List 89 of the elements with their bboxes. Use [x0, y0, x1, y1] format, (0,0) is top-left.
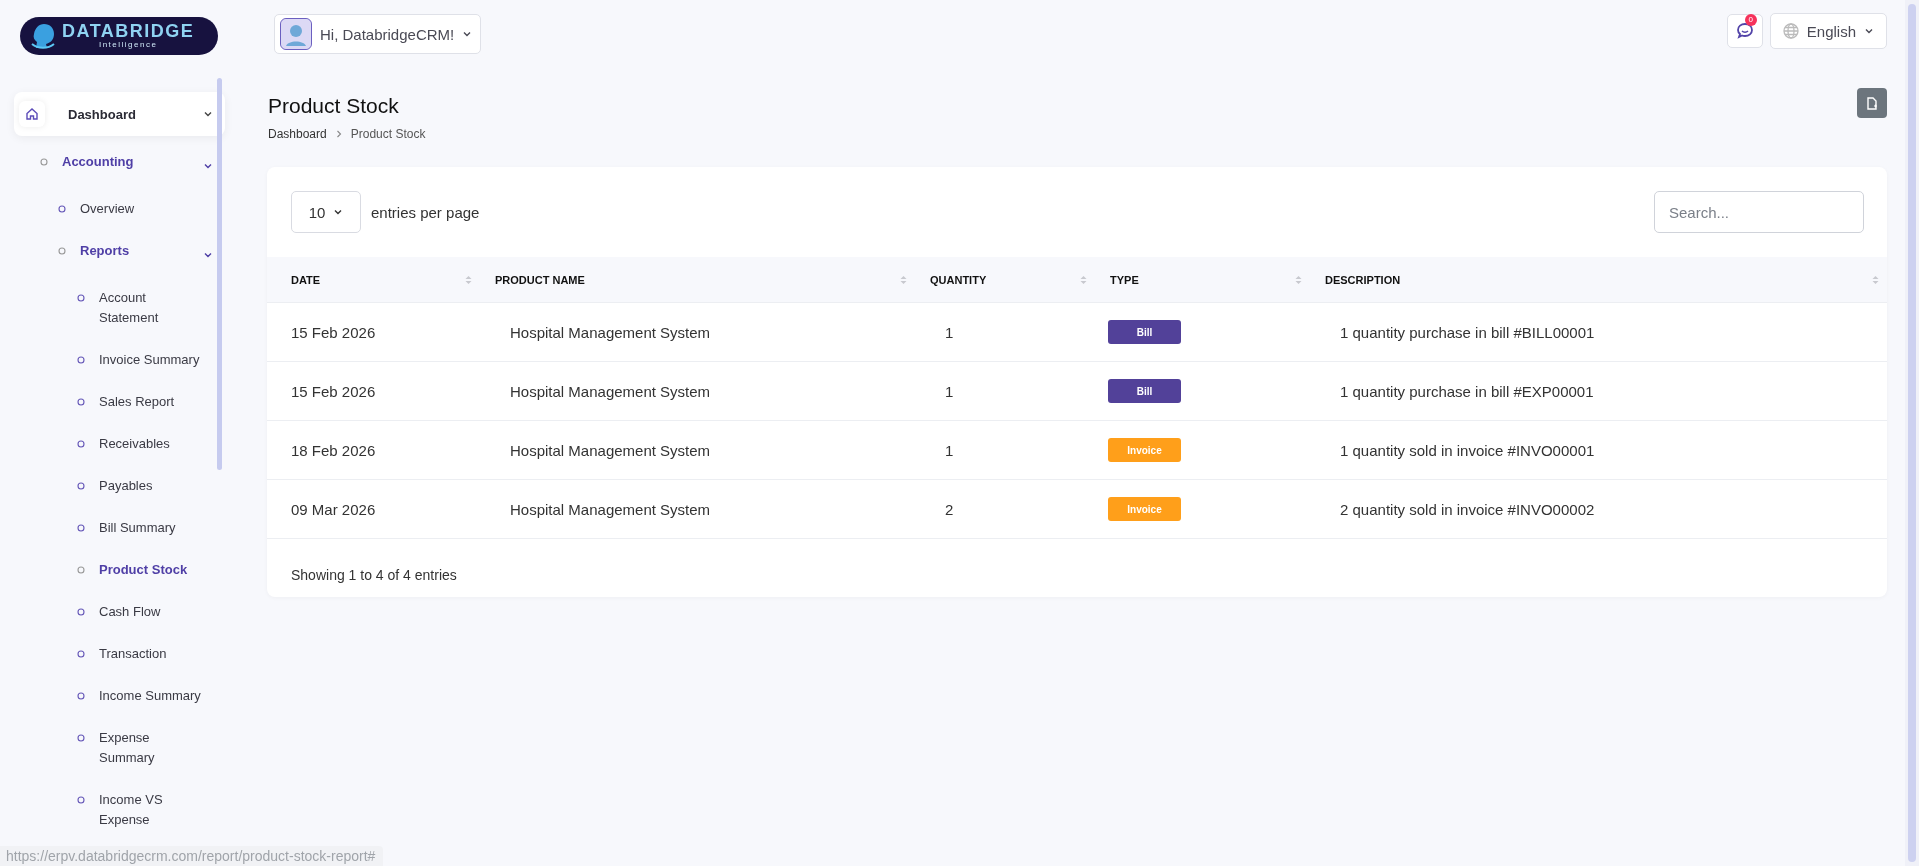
bullet-icon: [77, 294, 85, 302]
sort-icon[interactable]: [1872, 273, 1879, 286]
sidebar-item[interactable]: Invoice Summary: [14, 339, 225, 381]
bullet-icon: [77, 524, 85, 532]
file-icon: [1866, 96, 1878, 110]
sidebar-item[interactable]: Reports: [14, 230, 225, 277]
bullet-icon: [77, 796, 85, 804]
column-header[interactable]: PRODUCT NAME: [480, 257, 915, 303]
export-button[interactable]: [1857, 88, 1887, 118]
table-cell: 1: [915, 421, 1095, 480]
table-cell: 15 Feb 2026: [267, 303, 480, 362]
logo[interactable]: DATABRIDGE Intelligence: [20, 17, 218, 55]
table-cell: 18 Feb 2026: [267, 421, 480, 480]
table-cell: 15 Feb 2026: [267, 362, 480, 421]
page-size-select[interactable]: 10: [291, 191, 361, 233]
head-icon: [30, 22, 56, 50]
sidebar-item[interactable]: Expense Summary: [14, 717, 225, 779]
bullet-icon: [40, 158, 48, 166]
chevron-icon: [1864, 26, 1874, 36]
logo-subtitle: Intelligence: [98, 39, 158, 50]
type-tag: Invoice: [1108, 497, 1181, 521]
home-icon: [25, 107, 39, 121]
bullet-icon: [58, 205, 66, 213]
column-header[interactable]: DESCRIPTION: [1310, 257, 1887, 303]
sort-icon[interactable]: [900, 273, 907, 286]
avatar-icon: [280, 18, 312, 50]
sidebar-item[interactable]: Income Summary: [14, 675, 225, 717]
status-url: https://erpv.databridgecrm.com/report/product-stock-report#: [0, 846, 384, 866]
breadcrumb-item[interactable]: Dashboard: [268, 127, 327, 141]
messages-button[interactable]: 0: [1726, 14, 1763, 48]
bullet-icon: [77, 734, 85, 742]
type-tag: Bill: [1108, 320, 1181, 344]
logo-title: DATABRIDGE: [62, 22, 195, 40]
chat-icon: [1735, 22, 1754, 40]
sort-icon[interactable]: [1080, 273, 1087, 286]
language-select[interactable]: English: [1769, 13, 1887, 49]
bullet-icon: [77, 608, 85, 616]
column-header[interactable]: TYPE: [1095, 257, 1310, 303]
table-cell: Hospital Management System: [480, 362, 915, 421]
sidebar-item[interactable]: Overview: [14, 188, 225, 230]
table-cell: Hospital Management System: [480, 421, 915, 480]
sidebar-item[interactable]: Accounting: [14, 141, 225, 188]
type-tag: Bill: [1108, 379, 1181, 403]
sort-icon[interactable]: [1295, 273, 1302, 286]
table-cell: 2: [915, 480, 1095, 539]
bullet-icon: [77, 356, 85, 364]
column-header[interactable]: QUANTITY: [915, 257, 1095, 303]
bullet-icon: [77, 440, 85, 448]
bullet-icon: [77, 650, 85, 658]
sidebar-item[interactable]: Receivables: [14, 423, 225, 465]
sidebar-item[interactable]: Cash Flow: [14, 591, 225, 633]
table-cell: 1 quantity purchase in bill #BILL00001: [1310, 303, 1887, 362]
column-header[interactable]: DATE: [267, 257, 480, 303]
sidebar-item[interactable]: Sales Report: [14, 381, 225, 423]
sidebar-item[interactable]: Bill Summary: [14, 507, 225, 549]
sidebar-item[interactable]: Income VS Expense: [14, 779, 225, 841]
table-cell: 1 quantity purchase in bill #EXP00001: [1310, 362, 1887, 421]
sidebar-item[interactable]: Dashboard: [14, 92, 225, 136]
scrollbar[interactable]: [217, 78, 222, 470]
breadcrumb-item: Product Stock: [350, 127, 426, 141]
sidebar-item[interactable]: Account Statement: [14, 277, 225, 339]
chevron-icon: [462, 29, 473, 39]
notification-count: 0: [1744, 14, 1757, 26]
bullet-icon: [77, 692, 85, 700]
sidebar-item[interactable]: Product Stock: [14, 549, 225, 591]
globe-icon: [1782, 23, 1799, 39]
sort-icon[interactable]: [465, 273, 472, 286]
table-cell: 2 quantity sold in invoice #INVO00002: [1310, 480, 1887, 539]
table-cell: 09 Mar 2026: [267, 480, 480, 539]
table-cell: 1 quantity sold in invoice #INVO00001: [1310, 421, 1887, 480]
entries-info: Showing 1 to 4 of 4 entries: [290, 566, 458, 583]
bullet-icon: [77, 482, 85, 490]
user-menu-button[interactable]: Hi, DatabridgeCRM!: [274, 14, 482, 54]
page-size-label: entries per page: [371, 203, 480, 221]
table-cell: 1: [915, 303, 1095, 362]
page-title: Product Stock: [268, 94, 400, 119]
bullet-icon: [58, 247, 66, 255]
bullet-icon: [77, 566, 85, 574]
table-cell: Hospital Management System: [480, 303, 915, 362]
scrollbar[interactable]: [1908, 4, 1916, 862]
table-cell: 1: [915, 362, 1095, 421]
sidebar-item[interactable]: Transaction: [14, 633, 225, 675]
table-cell: Hospital Management System: [480, 480, 915, 539]
sidebar-item[interactable]: Payables: [14, 465, 225, 507]
type-tag: Invoice: [1108, 438, 1181, 462]
chevron-icon: [333, 207, 344, 217]
chevron-icon: [334, 130, 343, 138]
bullet-icon: [77, 398, 85, 406]
search-field[interactable]: Search...: [1654, 191, 1864, 233]
